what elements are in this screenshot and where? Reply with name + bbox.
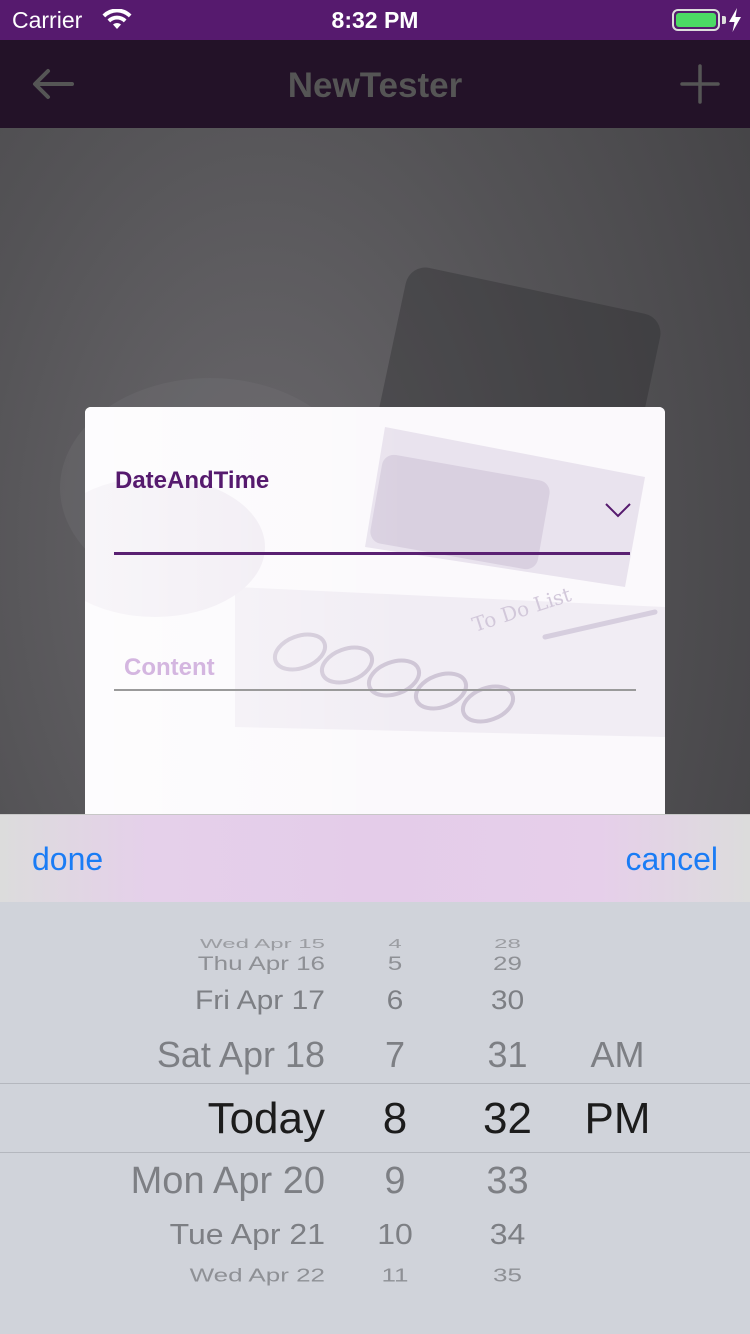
picker-minute-item[interactable]: 30 — [460, 986, 555, 1017]
bolt-icon — [729, 8, 741, 32]
picker-fade-bottom — [0, 1284, 750, 1334]
picker-date-item[interactable]: Fri Apr 17 — [195, 986, 325, 1017]
picker-fade-top — [0, 902, 750, 942]
picker-hour-item[interactable]: 7 — [350, 1034, 440, 1076]
picker-ampm-column[interactable]: AM PM — [570, 902, 665, 1334]
content-input[interactable] — [114, 647, 636, 691]
nav-bar: NewTester — [0, 40, 750, 128]
picker-date-item[interactable]: Mon Apr 20 — [131, 1160, 325, 1203]
done-button[interactable]: done — [32, 841, 103, 878]
date-field-underline[interactable] — [114, 552, 630, 555]
status-time: 8:32 PM — [331, 7, 419, 33]
picker-date-item[interactable]: Tue Apr 21 — [170, 1218, 325, 1251]
plus-icon[interactable] — [680, 64, 720, 104]
picker-minute-column[interactable]: 28 29 30 31 32 33 34 35 — [460, 902, 555, 1334]
picker-ampm-item[interactable]: AM — [570, 1034, 665, 1076]
add-item-dialog: To Do List DateAndTime — [85, 407, 665, 827]
status-bar: Carrier 8:32 PM — [0, 0, 750, 40]
picker-minute-item[interactable]: 34 — [460, 1218, 555, 1251]
picker-hour-column[interactable]: 4 5 6 7 8 9 10 11 — [350, 902, 440, 1334]
cancel-button[interactable]: cancel — [626, 841, 719, 878]
picker-minute-item[interactable]: 31 — [460, 1034, 555, 1076]
battery-cap — [722, 16, 726, 24]
picker-minute-selected[interactable]: 32 — [460, 1094, 555, 1144]
page-title: NewTester — [287, 66, 463, 105]
picker-toolbar: done cancel — [0, 814, 750, 902]
picker-date-column[interactable]: Wed Apr 15 Thu Apr 16 Fri Apr 17 Sat Apr… — [0, 902, 325, 1334]
chevron-down-icon[interactable] — [605, 502, 631, 518]
picker-date-item[interactable]: Thu Apr 16 — [198, 952, 325, 975]
picker-hour-item[interactable]: 5 — [350, 952, 440, 975]
picker-minute-item[interactable]: 29 — [460, 952, 555, 975]
picker-hour-item[interactable]: 9 — [350, 1160, 440, 1203]
picker-hour-item[interactable]: 6 — [350, 986, 440, 1017]
picker-hour-selected[interactable]: 8 — [350, 1094, 440, 1144]
date-and-time-label: DateAndTime — [115, 467, 270, 494]
date-time-picker[interactable]: Wed Apr 15 Thu Apr 16 Fri Apr 17 Sat Apr… — [0, 902, 750, 1334]
picker-date-item[interactable]: Sat Apr 18 — [157, 1034, 325, 1076]
picker-hour-item[interactable]: 10 — [350, 1218, 440, 1251]
picker-ampm-selected[interactable]: PM — [570, 1094, 665, 1144]
picker-minute-item[interactable]: 33 — [460, 1160, 555, 1203]
battery-icon — [672, 9, 720, 31]
picker-date-selected[interactable]: Today — [208, 1094, 325, 1144]
